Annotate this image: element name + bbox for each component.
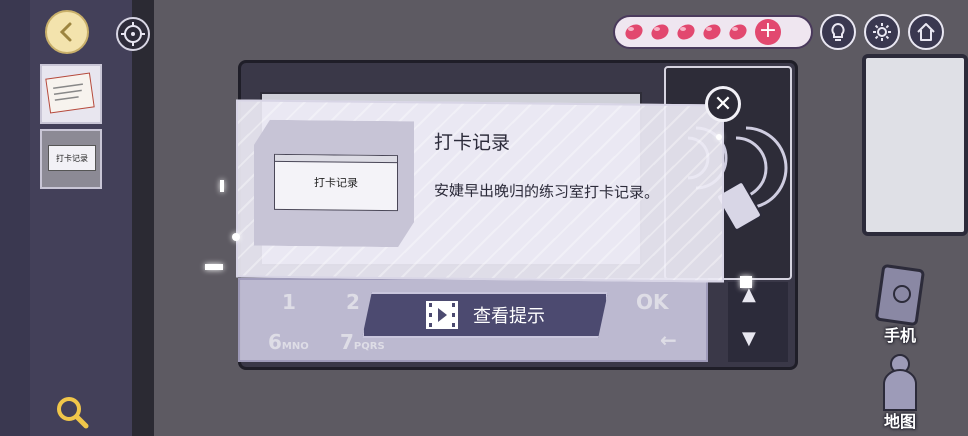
item-detail-dialog: 打卡记录 打卡记录 安婕早出晚归的练习室打卡记录。: [236, 99, 724, 283]
dialog-title: 打卡记录: [434, 131, 511, 155]
crosshair-icon: [121, 22, 145, 46]
hint-button[interactable]: [820, 14, 856, 50]
item-preview-card: 打卡记录: [274, 153, 398, 212]
item-preview-label: 打卡记录: [314, 176, 358, 190]
keypad-key[interactable]: ←: [660, 328, 677, 352]
film-icon: [426, 301, 458, 329]
phone-label: 手机: [883, 326, 916, 345]
sparkle-decoration: [232, 233, 240, 241]
lightbulb-icon: [831, 22, 845, 41]
bean-icon: [625, 24, 643, 40]
home-button[interactable]: [908, 14, 944, 50]
sparkle-decoration: [205, 264, 223, 270]
key-digit: 6: [268, 330, 282, 354]
settings-button[interactable]: [864, 14, 900, 50]
keypad-key[interactable]: 2: [346, 290, 360, 314]
document-thumbnail-icon: [45, 72, 95, 114]
bean-icon: [729, 24, 747, 40]
home-icon: [917, 23, 935, 41]
bean-icon: [703, 24, 721, 40]
card-header-bar: [275, 154, 397, 164]
bean-icon: [677, 24, 695, 40]
close-icon: ✕: [713, 91, 733, 117]
add-tokens-button[interactable]: +: [755, 19, 781, 45]
view-hint-button[interactable]: 查看提示: [362, 292, 608, 338]
inventory-item-document[interactable]: [40, 64, 102, 124]
bean-icon: [651, 24, 669, 40]
chevron-left-icon: [59, 22, 72, 42]
left-divider: [132, 0, 154, 436]
sparkle-decoration: [716, 134, 722, 140]
phone-button[interactable]: 手机: [870, 264, 930, 346]
close-button[interactable]: ✕: [705, 86, 741, 122]
side-card-panel: [862, 54, 968, 236]
back-button[interactable]: [45, 10, 89, 54]
sparkle-decoration: [740, 276, 752, 288]
keypad-key[interactable]: 1: [282, 290, 296, 314]
key-sub: PQRS: [353, 341, 385, 352]
phone-icon: [875, 264, 925, 326]
map-label: 地图: [883, 412, 916, 431]
left-strip: [0, 0, 30, 436]
locate-button[interactable]: [116, 17, 150, 51]
key-digit: 7: [340, 330, 354, 354]
map-button[interactable]: 地图: [870, 350, 930, 434]
arrow-down-button[interactable]: ▼: [742, 328, 756, 349]
key-sub: MNO: [281, 341, 309, 352]
view-hint-label: 查看提示: [473, 306, 545, 327]
character-map-icon: [883, 354, 917, 411]
scroll-arrows: ▲ ▼: [728, 282, 788, 362]
sparkle-decoration: [220, 180, 224, 192]
dialog-description: 安婕早出晚归的练习室打卡记录。: [434, 181, 660, 202]
inventory-item-label: 打卡记录: [48, 145, 96, 171]
inventory-item-checkin-record[interactable]: 打卡记录: [40, 129, 102, 189]
search-button[interactable]: [52, 392, 92, 432]
gear-icon: [873, 23, 891, 41]
keypad-key[interactable]: OK: [636, 290, 669, 314]
keypad-key[interactable]: 6MNO: [268, 330, 309, 354]
search-icon: [57, 397, 89, 429]
hint-tokens-bar: +: [613, 15, 813, 49]
